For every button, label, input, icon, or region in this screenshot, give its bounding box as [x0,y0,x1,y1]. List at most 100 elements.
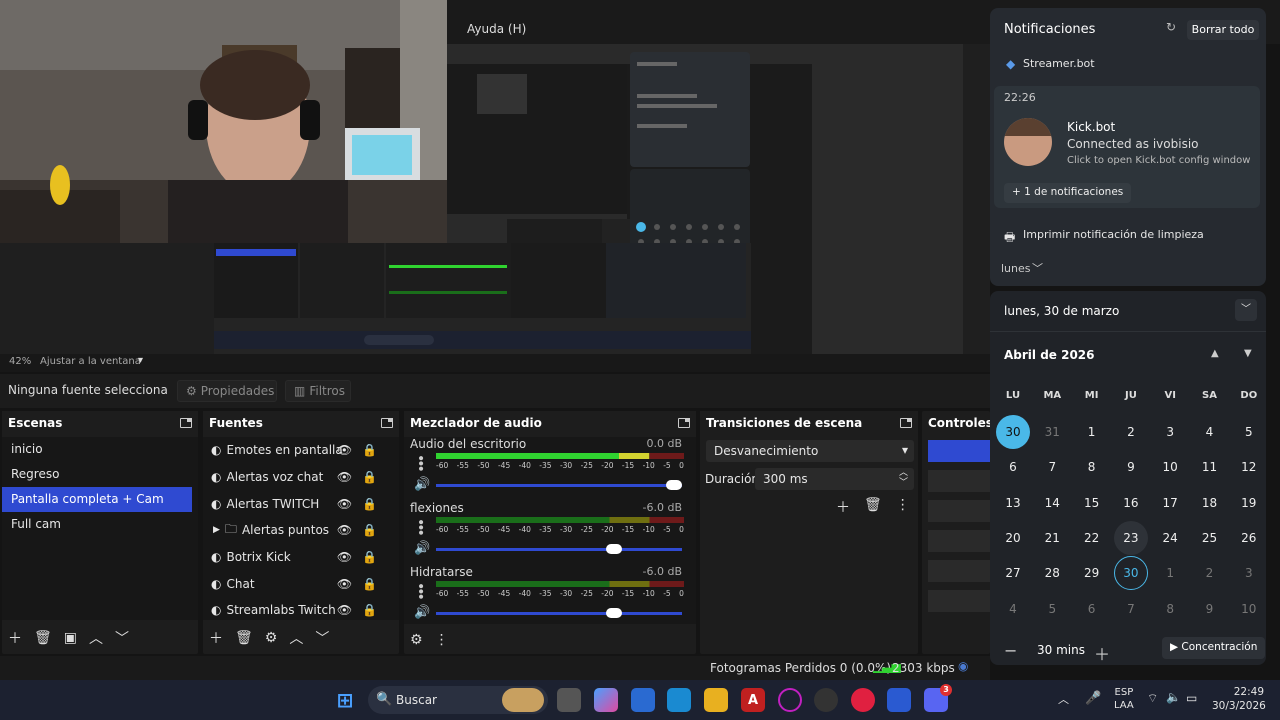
notification-toast[interactable]: 22:26 Kick.bot Connected as ivobisio Cli… [994,86,1260,208]
volume-slider[interactable] [436,480,682,490]
gear-icon[interactable]: ⚙ [265,630,278,646]
taskbar-search[interactable]: 🔍 Buscar [368,686,548,714]
language-indicator[interactable]: ESP LAA [1114,686,1134,712]
volume-icon[interactable]: 🔈 [1166,690,1181,704]
file-explorer-icon[interactable] [704,688,728,712]
day-label[interactable]: lunes [1001,262,1031,275]
arrow-down-icon[interactable]: ﹀ [315,628,329,648]
add-icon[interactable]: ＋ [8,628,22,648]
scene-item[interactable]: Regreso [2,462,198,487]
arrow-up-icon[interactable]: ︿ [289,628,303,648]
calendar-day-today[interactable]: 30 [996,415,1030,449]
opera-icon[interactable] [778,688,802,712]
discord-icon[interactable]: 3 [924,684,952,712]
calendar-day[interactable]: 8 [1153,592,1187,626]
slider-knob[interactable] [606,544,623,554]
channel-menu-icon[interactable]: ••• [412,454,428,470]
wifi-icon[interactable]: ⌔ [1147,691,1158,706]
add-icon[interactable]: ＋ [836,497,850,517]
do-not-disturb-icon[interactable]: ↻ [1166,20,1176,34]
channel-menu-icon[interactable]: ••• [412,582,428,598]
collapse-calendar-icon[interactable]: ﹀ [1235,299,1257,321]
filters-button[interactable]: ▥ Filtros [285,380,351,402]
calendar-day[interactable]: 26 [1232,521,1266,555]
calendar-day[interactable]: 5 [1035,592,1069,626]
calendar-day[interactable]: 7 [1114,592,1148,626]
source-item[interactable]: ◐ Chat 👁 🔒 [203,570,399,597]
menu-help[interactable]: Ayuda (H) [467,22,526,36]
channel-menu-icon[interactable]: ••• [412,518,428,534]
arrow-down-icon[interactable]: ﹀ [115,628,129,648]
prev-month-icon[interactable]: ▲ [1211,348,1219,359]
eye-icon[interactable]: 👁 [337,550,352,564]
copilot-icon[interactable] [594,688,618,712]
speaker-icon[interactable]: 🔊 [414,541,430,556]
source-item[interactable]: ◐ Botrix Kick 👁 🔒 [203,544,399,571]
spin-arrows-icon[interactable]: ︿ ﹀ [899,468,908,488]
calendar-day[interactable]: 3 [1232,556,1266,590]
calendar-day[interactable]: 16 [1114,486,1148,520]
calendar-day[interactable]: 27 [996,556,1030,590]
eye-icon[interactable]: 👁 [337,443,352,457]
calendar-day[interactable]: 19 [1232,486,1266,520]
streamerbot-taskbar-icon[interactable] [887,688,911,712]
duration-spinbox[interactable]: 300 ms ︿ ﹀ [755,468,914,490]
speaker-icon[interactable]: 🔊 [414,477,430,492]
calendar-day[interactable]: 25 [1193,521,1227,555]
calendar-day[interactable]: 9 [1114,450,1148,484]
gear-icon[interactable]: ⚙ [410,632,423,648]
calendar-day[interactable]: 13 [996,486,1030,520]
settings-button[interactable] [928,560,990,582]
eye-icon[interactable]: 👁 [337,523,352,537]
undock-icon[interactable] [381,418,393,428]
transition-select[interactable]: Desvanecimiento ▾ [706,440,914,462]
eye-icon[interactable]: 👁 [337,470,352,484]
volume-slider[interactable] [436,544,682,554]
zoom-mode-select[interactable]: Ajustar a la ventana [40,356,141,367]
obs-icon[interactable] [814,688,838,712]
source-item[interactable]: ◐ Streamlabs Twitch 👁 🔒 [203,597,399,624]
calendar-day[interactable]: 23 [1113,520,1148,555]
calendar-day[interactable]: 8 [1075,450,1109,484]
calendar-day[interactable]: 6 [996,450,1030,484]
slider-knob[interactable] [666,480,682,490]
windows-start-icon[interactable]: ⊞ [333,688,357,712]
calendar-day[interactable]: 2 [1114,415,1148,449]
calendar-day[interactable]: 29 [1075,556,1109,590]
undock-icon[interactable] [678,418,690,428]
scene-item[interactable]: inicio [2,437,198,462]
calendar-day[interactable]: 4 [996,592,1030,626]
expand-arrow-icon[interactable]: ▶ [213,525,220,535]
calendar-day[interactable]: 6 [1075,592,1109,626]
calendar-day[interactable]: 10 [1232,592,1266,626]
calendar-day[interactable]: 14 [1035,486,1069,520]
photos-icon[interactable] [631,688,655,712]
eye-icon[interactable]: 👁 [337,603,352,617]
trash-icon[interactable]: 🗑 [864,497,882,517]
calendar-day[interactable]: 24 [1153,521,1187,555]
acrobat-icon[interactable]: A [741,688,765,712]
calendar-day[interactable]: 11 [1193,450,1227,484]
calendar-day-selected[interactable]: 30 [1113,556,1148,591]
calendar-day[interactable]: 12 [1232,450,1266,484]
scene-item-selected[interactable]: Pantalla completa + Cam [2,487,192,512]
studio-mode-button[interactable] [928,530,990,552]
speaker-icon[interactable]: 🔊 [414,605,430,620]
calendar-day[interactable]: 22 [1075,521,1109,555]
source-item[interactable]: ◐ Alertas TWITCH 👁 🔒 [203,490,399,517]
calendar-day[interactable]: 3 [1153,415,1187,449]
calendar-day[interactable]: 10 [1153,450,1187,484]
microphone-icon[interactable]: 🎤 [1085,691,1101,706]
calendar-day[interactable]: 15 [1075,486,1109,520]
trash-icon[interactable]: 🗑 [235,630,253,646]
edge-icon[interactable] [667,688,691,712]
chevron-down-icon[interactable]: ﹀ [1032,260,1043,276]
lock-icon[interactable]: 🔒 [362,550,377,564]
start-streaming-button[interactable] [928,440,990,462]
add-icon[interactable]: ＋ [209,628,223,648]
plus-icon[interactable]: ＋ [1094,641,1110,665]
source-item[interactable]: ◐ Emotes en pantalla 👁 🔒 [203,437,399,464]
undock-icon[interactable] [900,418,912,428]
calendar-day[interactable]: 4 [1193,415,1227,449]
clear-all-button[interactable]: Borrar todo [1187,20,1259,40]
